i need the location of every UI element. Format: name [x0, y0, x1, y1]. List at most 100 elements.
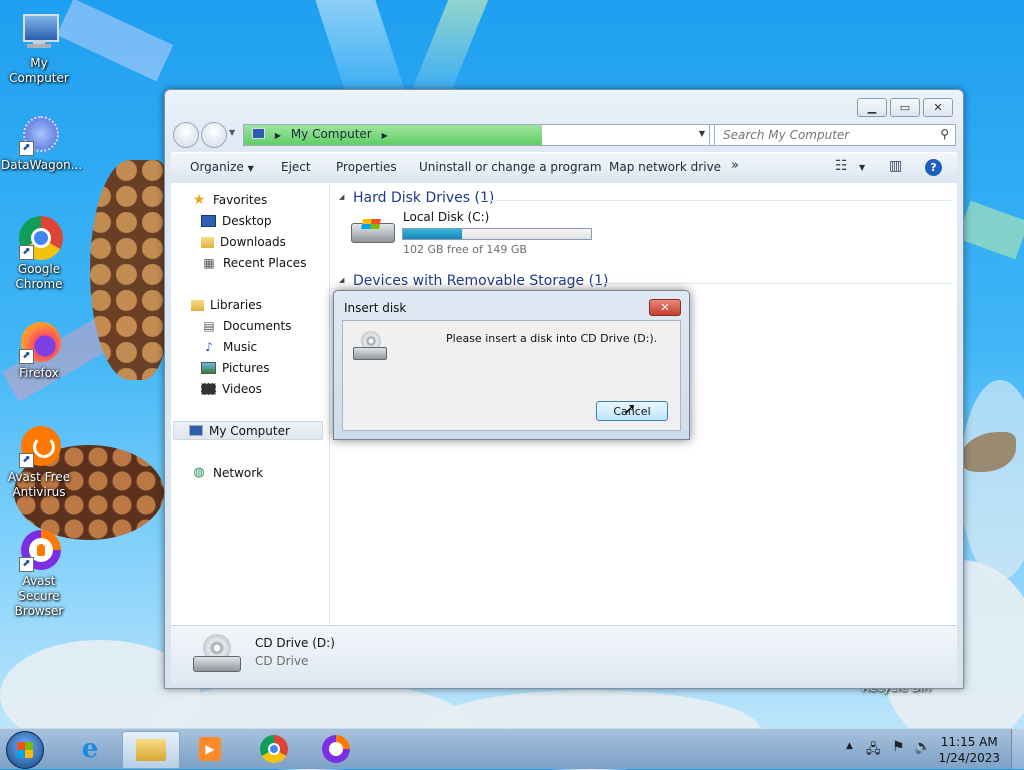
nav-videos[interactable]: Videos: [201, 382, 262, 396]
search-box[interactable]: ⚲: [714, 124, 956, 146]
desktop-icon-label: Google Chrome: [15, 262, 63, 291]
videos-icon: [201, 383, 216, 395]
desktop-icon-label: Avast Free Antivirus: [7, 470, 71, 499]
change-view-icon[interactable]: ☷: [835, 158, 848, 174]
nav-label: Favorites: [213, 193, 268, 207]
desktop-icon-datawagon[interactable]: ⬈ DataWagon...: [1, 112, 82, 173]
organize-button[interactable]: Organize ▼: [190, 160, 254, 174]
search-icon[interactable]: ⚲: [940, 127, 949, 141]
nav-libraries[interactable]: Libraries: [191, 298, 262, 312]
desktop-icon-avast-free-antivirus[interactable]: ⬈ Avast Free Antivirus: [1, 424, 77, 500]
taskbar-internet-explorer[interactable]: e: [62, 731, 118, 767]
recent-pages-icon[interactable]: ▼: [229, 128, 235, 137]
navigation-pane: ★ Favorites Desktop Downloads ▦ Recent Pla…: [171, 183, 330, 625]
internet-explorer-icon: e: [81, 734, 99, 764]
search-input[interactable]: [721, 127, 935, 143]
dialog-close-button[interactable]: ✕: [649, 299, 681, 316]
navigation-row: ▼ ▶ My Computer ▶ ▼ ✕ ⚲: [173, 122, 956, 148]
minimize-icon: ▁: [867, 101, 877, 114]
taskbar-media-player[interactable]: ▶: [182, 731, 238, 767]
nav-label: Desktop: [222, 214, 272, 228]
chevron-down-icon[interactable]: ▼: [859, 163, 865, 172]
disk-usage-fill: [403, 229, 463, 239]
desktop-icon-my-computer[interactable]: My Computer: [1, 10, 77, 86]
taskbar-google-chrome[interactable]: [246, 731, 302, 767]
desktop-icon-avast-secure-browser[interactable]: ⬈ Avast Secure Browser: [1, 528, 77, 619]
libraries-icon: [191, 299, 204, 311]
network-tray-icon[interactable]: 🖧: [866, 740, 881, 762]
nav-downloads[interactable]: Downloads: [201, 235, 286, 249]
local-disk-name: Local Disk (C:): [403, 210, 490, 224]
nav-label: Downloads: [220, 235, 286, 249]
minimize-button[interactable]: ▁: [857, 98, 887, 117]
desktop-icon-label: Firefox: [19, 366, 59, 380]
music-icon: ♪: [205, 340, 213, 354]
restore-button[interactable]: ▭: [890, 98, 920, 117]
breadcrumb-item-my-computer[interactable]: My Computer: [291, 127, 372, 141]
nav-pictures[interactable]: Pictures: [201, 361, 270, 375]
dialog-title: Insert disk: [344, 301, 407, 315]
shortcut-arrow-icon: ⬈: [19, 141, 34, 156]
nav-my-computer[interactable]: My Computer: [173, 421, 323, 440]
nav-network[interactable]: ◍ Network: [191, 466, 264, 481]
nav-documents[interactable]: ▤ Documents: [201, 319, 291, 333]
desktop-icon-label: DataWagon...: [1, 158, 83, 172]
media-player-icon: ▶: [199, 737, 221, 761]
eject-button[interactable]: Eject: [281, 160, 311, 174]
start-button[interactable]: [6, 731, 44, 769]
taskbar-file-explorer[interactable]: [122, 731, 180, 769]
forward-button[interactable]: [201, 122, 227, 148]
nav-desktop[interactable]: Desktop: [201, 214, 272, 228]
nav-label: Music: [223, 340, 258, 354]
nav-label: Network: [213, 466, 264, 480]
uninstall-program-button[interactable]: Uninstall or change a program: [419, 160, 602, 174]
back-button[interactable]: [173, 122, 199, 148]
dialog-body: Please insert a disk into CD Drive (D:).…: [342, 320, 681, 431]
close-button[interactable]: ✕: [923, 98, 953, 117]
preview-pane-icon[interactable]: ▥: [889, 158, 902, 174]
properties-button[interactable]: Properties: [336, 160, 397, 174]
taskbar-avast-secure-browser[interactable]: [308, 731, 364, 767]
cd-drive-icon: [193, 634, 241, 674]
group-header-hard-disk-drives[interactable]: Hard Disk Drives (1): [339, 190, 494, 206]
nav-label: Videos: [222, 382, 262, 396]
shortcut-arrow-icon: ⬈: [19, 453, 34, 468]
close-icon: ✕: [660, 301, 670, 314]
folder-icon: [136, 739, 166, 761]
address-dropdown-icon[interactable]: ▼: [699, 129, 705, 138]
group-header-removable-storage[interactable]: Devices with Removable Storage (1): [339, 273, 608, 289]
shortcut-arrow-icon: ⬈: [19, 557, 34, 572]
insert-disk-dialog: Insert disk ✕ Please insert a disk into …: [333, 290, 690, 440]
local-disk-item[interactable]: Local Disk (C:) 102 GB free of 149 GB: [345, 210, 605, 257]
nav-recent-places[interactable]: ▦ Recent Places: [201, 256, 306, 270]
desktop-icon-firefox[interactable]: ⬈ Firefox: [1, 320, 77, 381]
volume-icon[interactable]: 🔈: [914, 739, 931, 755]
windows-logo-icon: [17, 742, 33, 758]
close-icon: ✕: [933, 101, 943, 114]
show-desktop-button[interactable]: [1011, 729, 1024, 769]
map-network-drive-button[interactable]: Map network drive: [609, 160, 721, 174]
cd-drive-icon: [353, 331, 387, 361]
restore-icon: ▭: [899, 101, 911, 114]
address-bar[interactable]: ▶ My Computer ▶ ▼: [243, 124, 711, 146]
avast-secure-browser-icon: ⬈: [17, 528, 61, 572]
avast-icon: ⬈: [17, 424, 61, 468]
help-icon[interactable]: ?: [925, 159, 942, 176]
address-breadcrumb[interactable]: ▶ My Computer ▶: [252, 127, 388, 141]
nav-music[interactable]: ♪ Music: [201, 340, 257, 354]
system-clock[interactable]: 11:15 AM 1/24/2023: [938, 734, 1000, 766]
light-beam: [411, 0, 489, 90]
desktop-icon-google-chrome[interactable]: ⬈ Google Chrome: [1, 216, 77, 292]
folder-icon: [201, 236, 214, 248]
more-commands-button[interactable]: »: [731, 158, 739, 173]
light-beam: [315, 0, 405, 90]
show-hidden-icons-icon[interactable]: ▲: [846, 741, 853, 751]
details-item-name: CD Drive (D:): [255, 636, 335, 650]
mouse-cursor-icon: ➚: [623, 399, 637, 418]
organize-label: Organize: [190, 160, 244, 174]
nav-favorites[interactable]: ★ Favorites: [191, 193, 268, 207]
action-center-flag-icon[interactable]: ⚑: [892, 739, 905, 755]
hard-drive-icon: [351, 219, 395, 243]
desktop-icon: [201, 215, 216, 227]
breadcrumb-arrow-icon: ▶: [381, 131, 388, 140]
